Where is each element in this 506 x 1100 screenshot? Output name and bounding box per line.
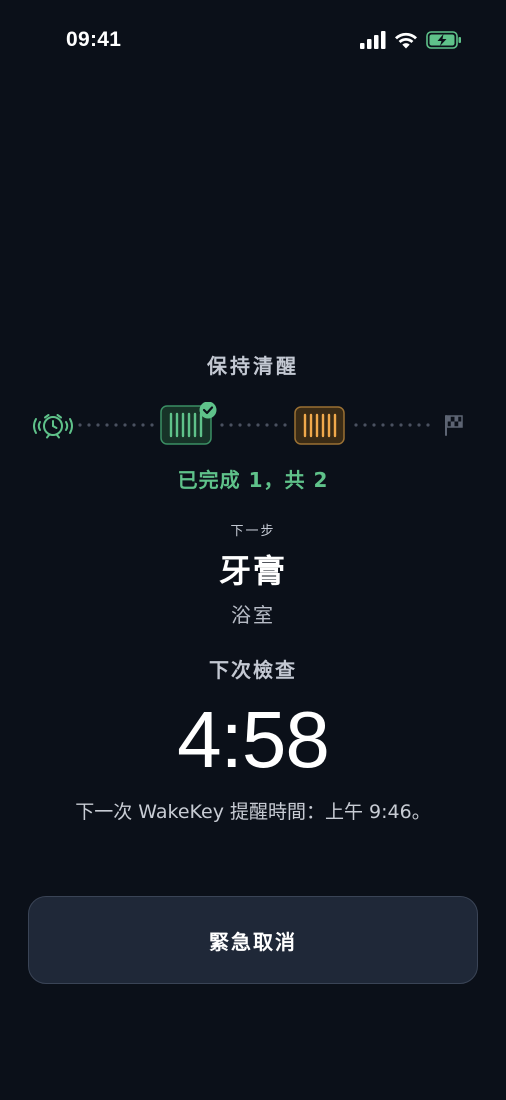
step-2-current [294,406,345,445]
next-item-location: 浴室 [231,603,275,627]
emergency-cancel-label: 緊急取消 [209,929,297,954]
next-item-name: 牙膏 [218,552,287,590]
reminder-text: 下一次 WakeKey 提醒時間：上午 9:46。 [75,801,431,823]
progress-text: 已完成 1，共 2 [177,468,329,492]
checkered-flag-icon [445,415,463,436]
screen: 09:41 保持清醒 已完成 1，共 2 下一步 牙膏 浴室 下次檢查 4:58… [0,0,506,1100]
dotted-connector [78,423,430,427]
status-icons [360,31,462,49]
status-bar: 09:41 [0,0,506,84]
alarm-clock-icon [33,414,73,439]
battery-charging-icon [426,31,461,49]
wifi-icon [395,32,417,49]
step-1-completed [160,402,217,445]
next-check-label: 下次檢查 [209,658,297,682]
status-time: 09:41 [66,28,122,51]
page-title: 保持清醒 [207,354,299,378]
progress-track-graphic [33,402,463,445]
next-step-label: 下一步 [230,524,276,539]
signal-icon [360,31,386,49]
countdown-timer: 4:58 [177,695,330,784]
progress-track [0,402,506,452]
emergency-cancel-button[interactable]: 緊急取消 [28,896,478,984]
checkmark-badge-icon [199,402,217,419]
